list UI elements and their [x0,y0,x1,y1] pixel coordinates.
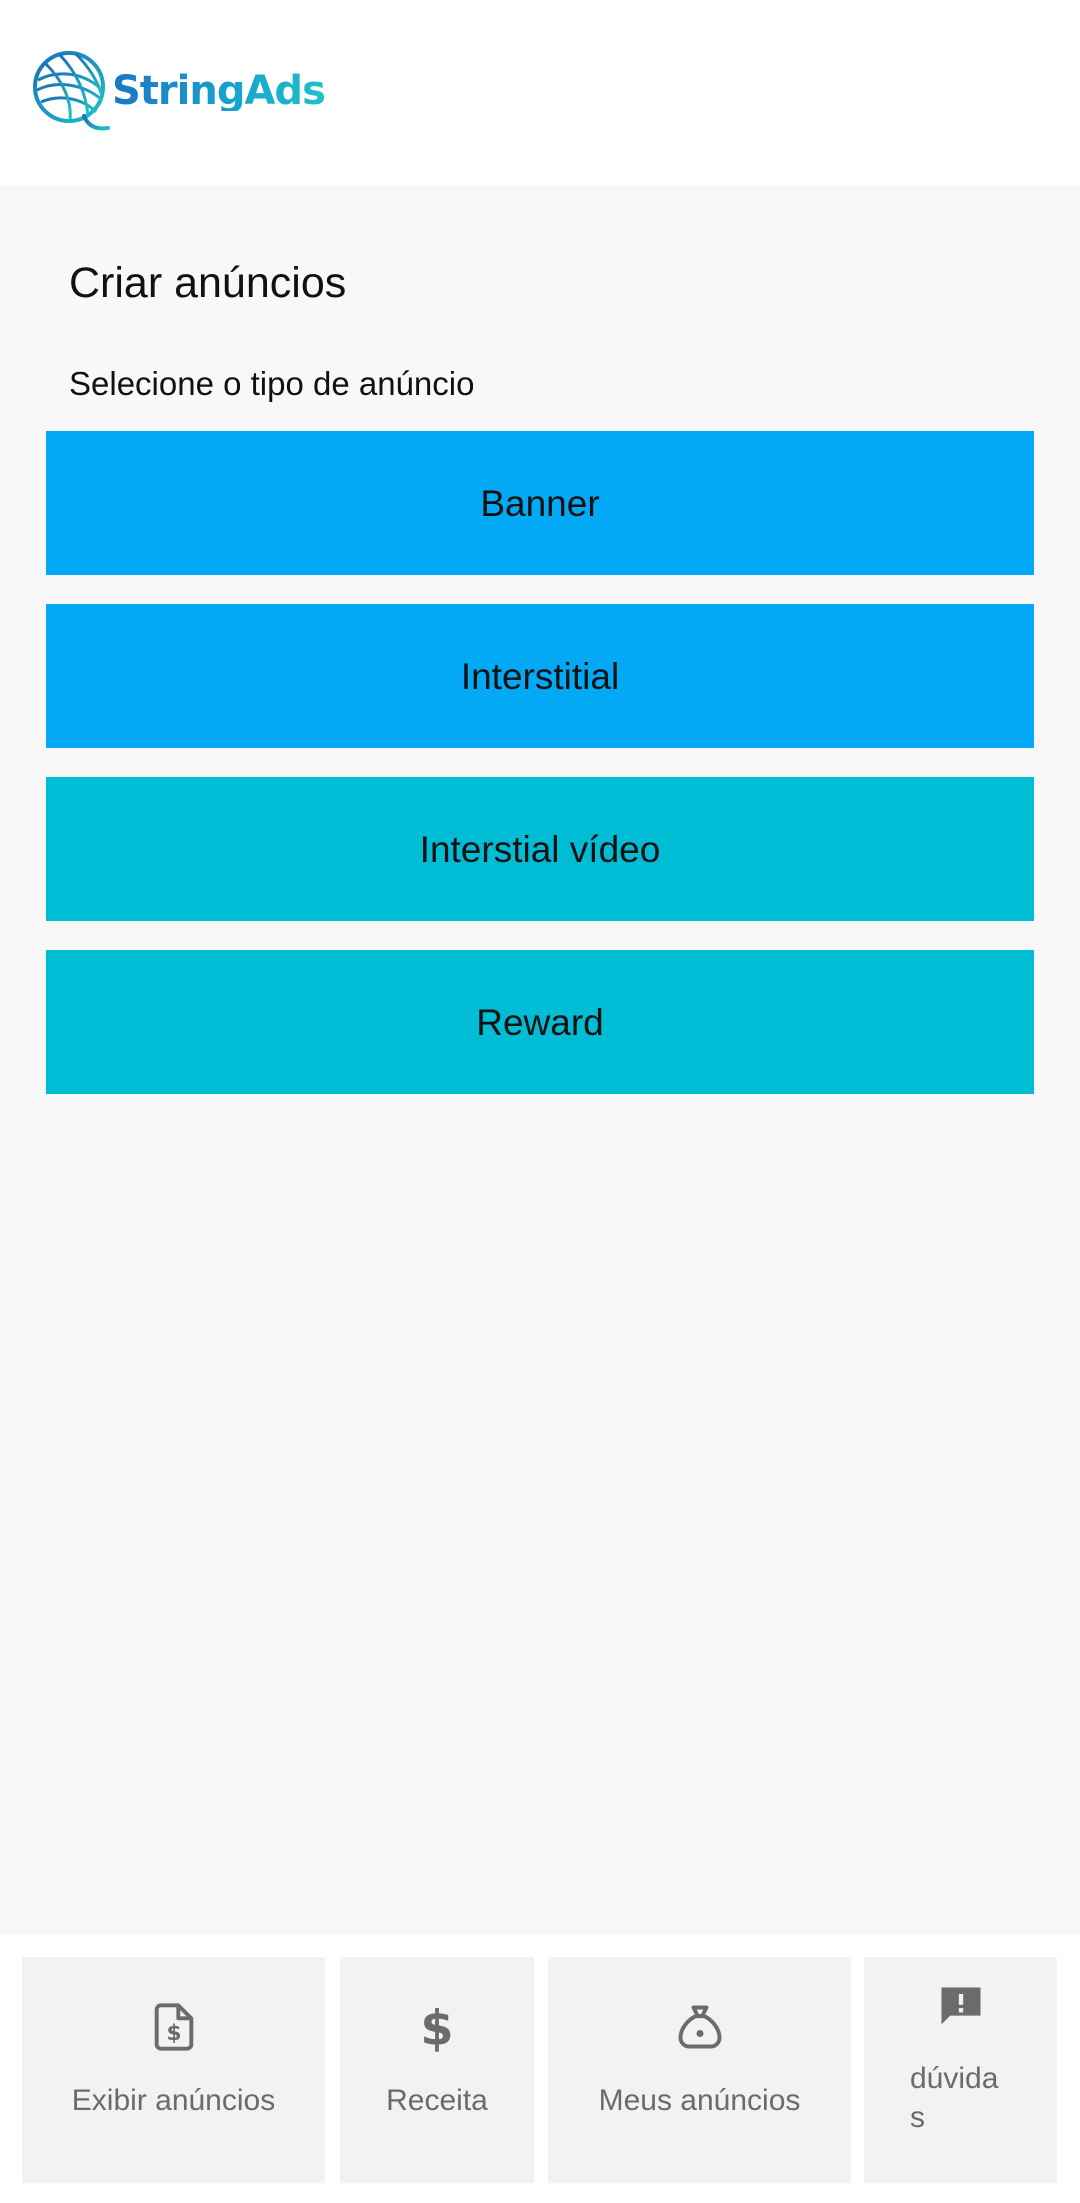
interstitial-video-button-label: Interstial vídeo [419,828,661,870]
nav-label-meus-anuncios: Meus anúncios [598,2084,801,2117]
money-bag-icon [678,2005,721,2049]
banner-button[interactable]: Banner [46,431,1034,575]
interstitial-button[interactable]: Interstitial [46,604,1034,748]
nav-label-receita: Receita [386,2084,488,2117]
nav-item-exibir-anuncios[interactable]: $ Exibir anúncios [22,1957,325,2183]
svg-text:$: $ [166,2021,181,2046]
reward-button[interactable]: Reward [46,950,1034,1094]
yarn-ball-logo-icon [33,51,110,131]
ad-type-prompt: Selecione o tipo de anúncio [69,365,475,402]
reward-button-label: Reward [476,1001,604,1043]
svg-text:$: $ [420,2001,453,2053]
app-header: StringAds [0,0,1080,185]
stringads-logo: StringAds [32,50,326,132]
nav-item-receita[interactable]: $ Receita [340,1957,534,2183]
nav-label-duvidas: dúvida s [910,2059,998,2137]
page-title: Criar anúncios [69,259,347,307]
nav-item-meus-anuncios[interactable]: Meus anúncios [548,1957,851,2183]
nav-label-exibir-anuncios: Exibir anúncios [71,2084,276,2117]
document-dollar-icon: $ [154,2003,193,2051]
interstitial-button-label: Interstitial [460,655,620,697]
interstitial-video-button[interactable]: Interstial vídeo [46,777,1034,921]
nav-item-duvidas[interactable]: dúvida s [864,1957,1057,2183]
feedback-alert-icon [941,1987,980,2025]
brand-name: StringAds [112,68,326,114]
main-content: Criar anúncios Selecione o tipo de anúnc… [0,185,1080,1935]
dollar-icon: $ [420,2001,453,2053]
nav-label-duvidas-line1: dúvida [910,2062,999,2095]
banner-button-label: Banner [480,482,600,524]
nav-label-duvidas-line2: s [910,2101,925,2134]
bottom-navigation: $ Exibir anúncios $ Receita Meus anúncio… [0,1935,1080,2203]
